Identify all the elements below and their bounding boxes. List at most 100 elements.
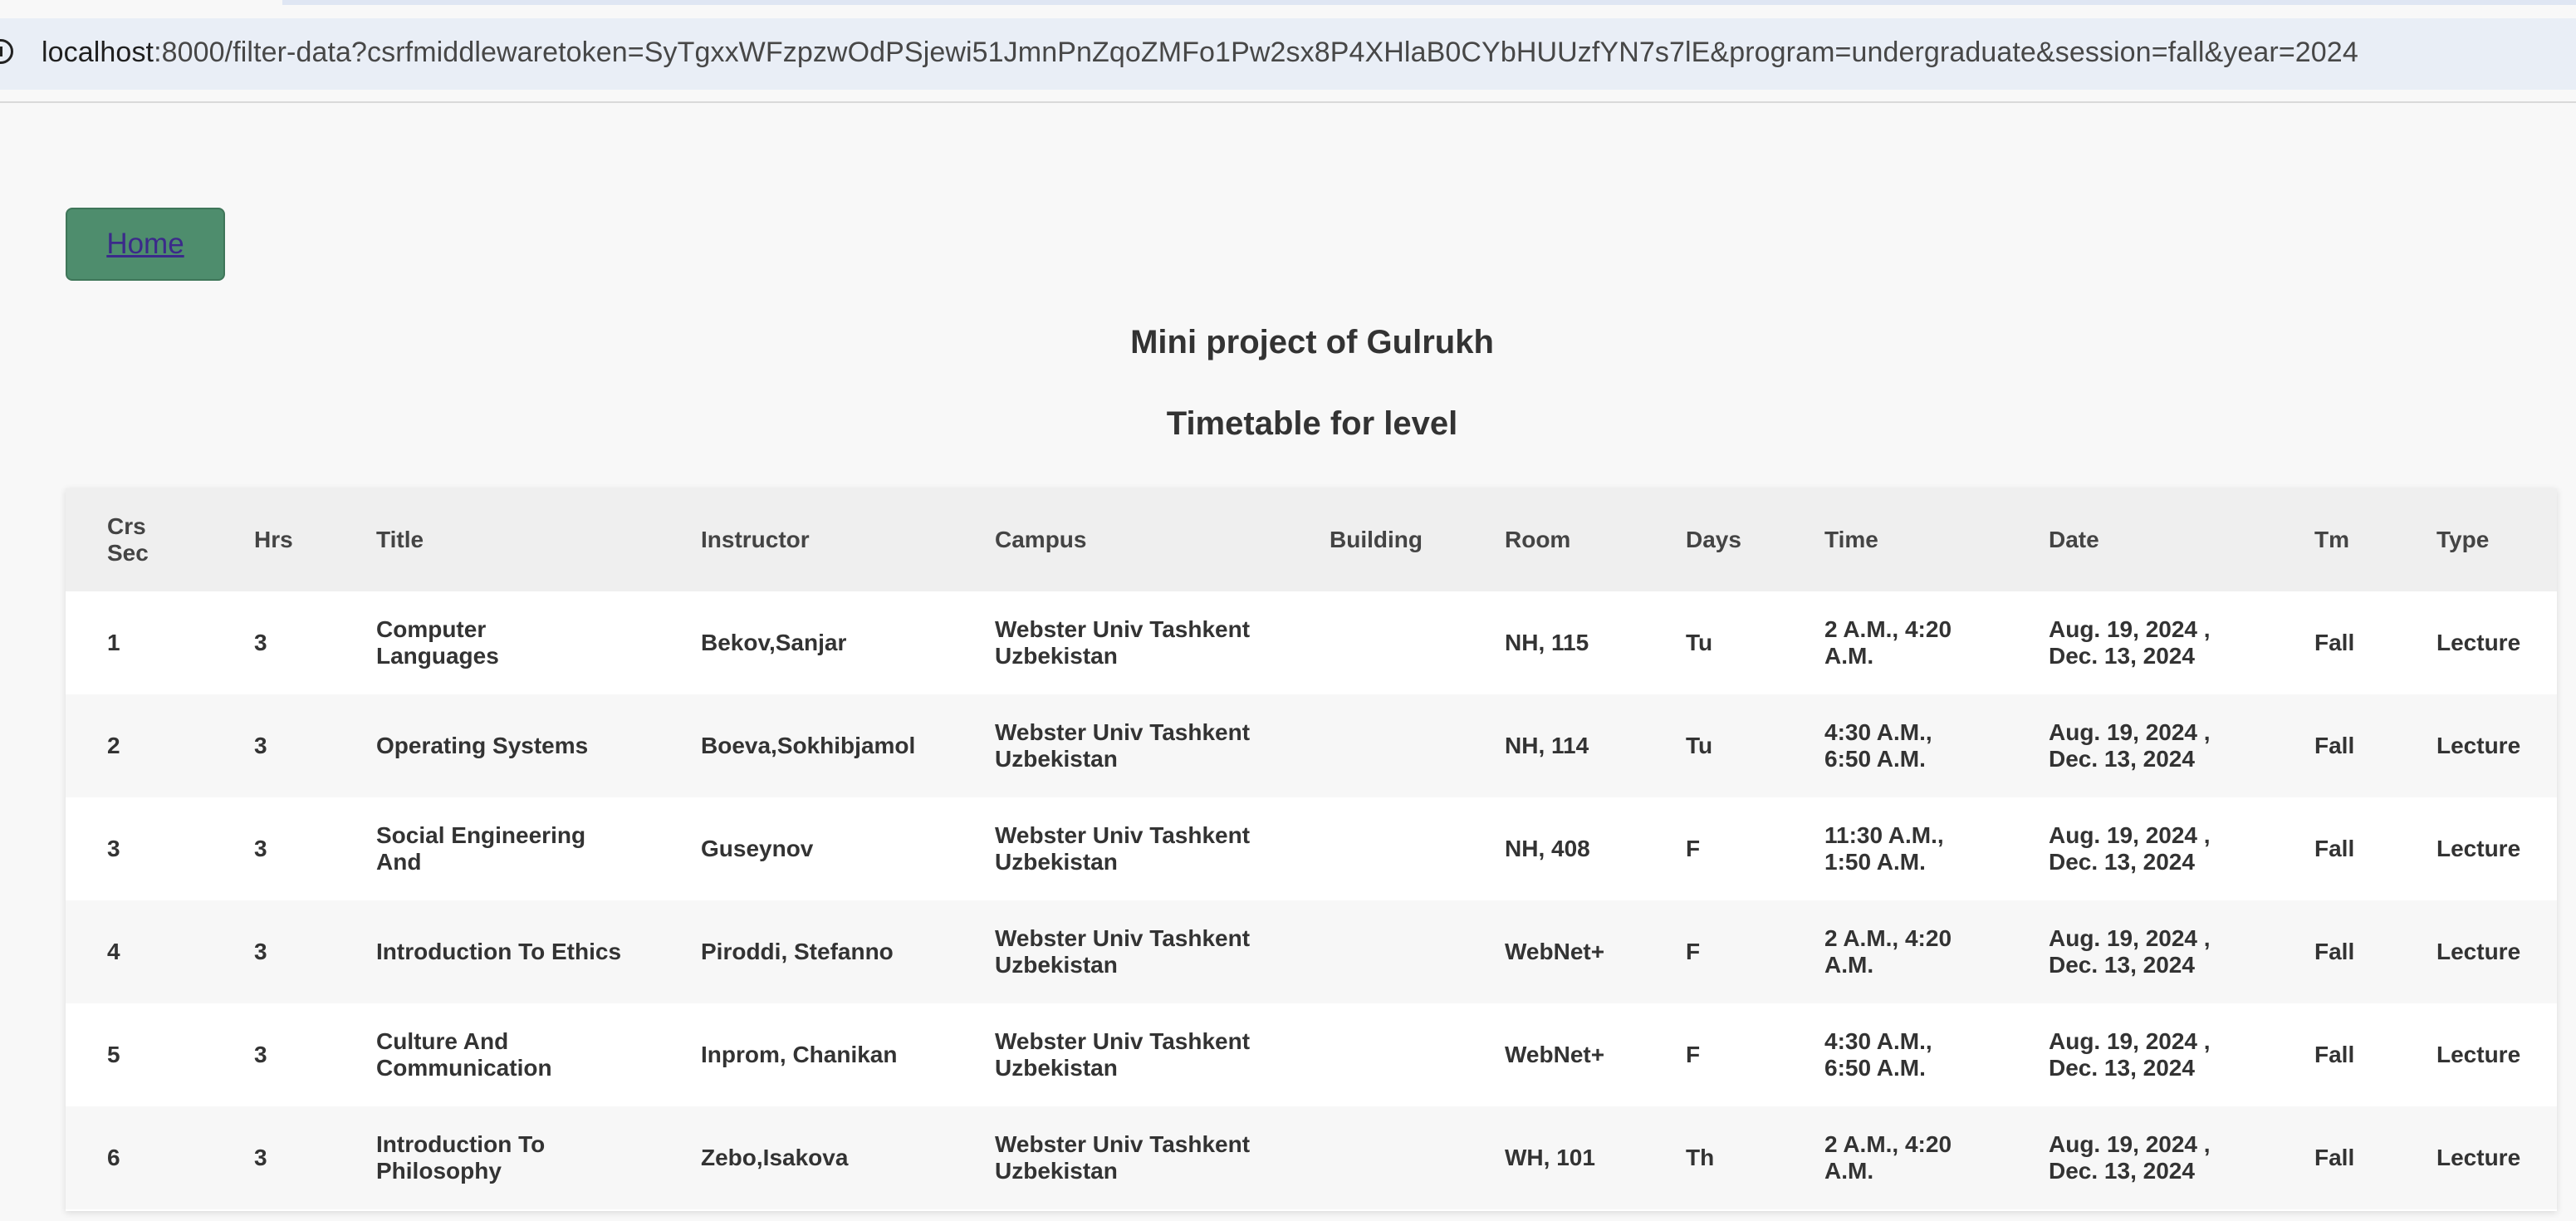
cell-days: Tu [1686, 733, 1713, 758]
cell-hrs: 3 [254, 630, 267, 655]
page-title: Mini project of Gulrukh [1130, 324, 1494, 360]
cell-room: NH, 115 [1505, 630, 1589, 655]
cell-type: Lecture [2436, 1145, 2521, 1170]
cell-time: 4:30 A.M., 6:50 A.M. [1824, 719, 1932, 772]
cell-building [1288, 900, 1463, 1003]
cell-title: Introduction To Ethics [376, 939, 622, 964]
cell-time: 2 A.M., 4:20 A.M. [1824, 616, 1952, 669]
timetable-table: Crs Sec Hrs Title Instructor Campus Buil… [66, 488, 2557, 1211]
cell-instructor: Inprom, Chanikan [701, 1042, 898, 1067]
cell-type: Lecture [2436, 630, 2521, 655]
cell-days: F [1686, 1042, 1701, 1067]
table-row: 5 3 Culture And Communication Inprom, Ch… [66, 1003, 2557, 1106]
cell-title: Social Engineering And [376, 822, 586, 875]
cell-room: NH, 114 [1505, 733, 1589, 758]
cell-campus: Webster Univ Tashkent Uzbekistan [995, 616, 1251, 669]
cell-hrs: 3 [254, 1145, 267, 1170]
table-header-row: Crs Sec Hrs Title Instructor Campus Buil… [66, 488, 2557, 591]
cell-hrs: 3 [254, 1042, 267, 1067]
cell-time: 2 A.M., 4:20 A.M. [1824, 925, 1952, 978]
cell-time: 4:30 A.M., 6:50 A.M. [1824, 1028, 1932, 1081]
cell-type: Lecture [2436, 939, 2521, 964]
column-header-title: Title [376, 527, 424, 552]
column-header-building: Building [1330, 527, 1423, 552]
home-link[interactable]: Home [106, 228, 184, 261]
cell-campus: Webster Univ Tashkent Uzbekistan [995, 925, 1251, 978]
table-row: 3 3 Social Engineering And Guseynov Webs… [66, 797, 2557, 900]
cell-days: Tu [1686, 630, 1713, 655]
cell-hrs: 3 [254, 836, 267, 861]
cell-room: WH, 101 [1505, 1145, 1595, 1170]
cell-days: F [1686, 939, 1701, 964]
column-header-campus: Campus [995, 527, 1087, 552]
cell-building [1288, 591, 1463, 694]
cell-building [1288, 1003, 1463, 1106]
address-bar[interactable]: localhost:8000/filter-data?csrfmiddlewar… [0, 18, 2576, 90]
cell-crs-sec: 2 [107, 733, 120, 758]
cell-title: Culture And Communication [376, 1028, 552, 1081]
cell-instructor: Zebo,Isakova [701, 1145, 849, 1170]
cell-tm: Fall [2314, 939, 2355, 964]
cell-campus: Webster Univ Tashkent Uzbekistan [995, 1028, 1251, 1081]
table-row: 6 3 Introduction To Philosophy Zebo,Isak… [66, 1106, 2557, 1209]
cell-hrs: 3 [254, 939, 267, 964]
tab-strip [282, 0, 2576, 5]
cell-date: Aug. 19, 2024 , Dec. 13, 2024 [2049, 1131, 2211, 1184]
cell-room: NH, 408 [1505, 836, 1590, 861]
column-header-date: Date [2049, 527, 2099, 552]
cell-date: Aug. 19, 2024 , Dec. 13, 2024 [2049, 822, 2211, 875]
cell-crs-sec: 6 [107, 1145, 120, 1170]
cell-campus: Webster Univ Tashkent Uzbekistan [995, 719, 1251, 772]
cell-date: Aug. 19, 2024 , Dec. 13, 2024 [2049, 1028, 2211, 1081]
cell-crs-sec: 5 [107, 1042, 120, 1067]
cell-hrs: 3 [254, 733, 267, 758]
cell-building [1288, 1106, 1463, 1209]
cell-building [1288, 694, 1463, 797]
cell-instructor: Piroddi, Stefanno [701, 939, 894, 964]
cell-crs-sec: 1 [107, 630, 120, 655]
cell-time: 11:30 A.M., 1:50 A.M. [1824, 822, 1944, 875]
page-subtitle: Timetable for level [1166, 405, 1458, 442]
column-header-tm: Tm [2314, 527, 2349, 552]
browser-chrome: localhost:8000/filter-data?csrfmiddlewar… [0, 0, 2576, 103]
cell-building [1288, 797, 1463, 900]
cell-time: 2 A.M., 4:20 A.M. [1824, 1131, 1952, 1184]
column-header-type: Type [2436, 527, 2490, 552]
cell-date: Aug. 19, 2024 , Dec. 13, 2024 [2049, 925, 2211, 978]
url-text[interactable]: localhost:8000/filter-data?csrfmiddlewar… [42, 37, 2358, 69]
cell-tm: Fall [2314, 733, 2355, 758]
table-row: 4 3 Introduction To Ethics Piroddi, Stef… [66, 900, 2557, 1003]
table-row: 1 3 Computer Languages Bekov,Sanjar Webs… [66, 591, 2557, 694]
cell-crs-sec: 3 [107, 836, 120, 861]
column-header-instructor: Instructor [701, 527, 810, 552]
cell-title: Introduction To Philosophy [376, 1131, 546, 1184]
cell-instructor: Bekov,Sanjar [701, 630, 847, 655]
cell-tm: Fall [2314, 1145, 2355, 1170]
cell-days: Th [1686, 1145, 1715, 1170]
url-host: localhost [42, 37, 154, 68]
info-circle-icon[interactable] [0, 39, 13, 64]
cell-crs-sec: 4 [107, 939, 120, 964]
cell-tm: Fall [2314, 836, 2355, 861]
table-row: 2 3 Operating Systems Boeva,Sokhibjamol … [66, 694, 2557, 797]
cell-room: WebNet+ [1505, 1042, 1605, 1067]
home-button[interactable]: Home [66, 208, 225, 281]
column-header-time: Time [1824, 527, 1878, 552]
cell-tm: Fall [2314, 1042, 2355, 1067]
cell-title: Computer Languages [376, 616, 499, 669]
cell-days: F [1686, 836, 1701, 861]
cell-date: Aug. 19, 2024 , Dec. 13, 2024 [2049, 719, 2211, 772]
column-header-days: Days [1686, 527, 1741, 552]
column-header-room: Room [1505, 527, 1571, 552]
url-path: :8000/filter-data?csrfmiddlewaretoken=Sy… [154, 37, 2358, 68]
cell-campus: Webster Univ Tashkent Uzbekistan [995, 1131, 1251, 1184]
column-header-crs-sec: Crs Sec [107, 513, 149, 566]
cell-instructor: Boeva,Sokhibjamol [701, 733, 916, 758]
column-header-hrs: Hrs [254, 527, 293, 552]
cell-instructor: Guseynov [701, 836, 814, 861]
cell-campus: Webster Univ Tashkent Uzbekistan [995, 822, 1251, 875]
cell-type: Lecture [2436, 1042, 2521, 1067]
divider [0, 101, 2576, 103]
cell-tm: Fall [2314, 630, 2355, 655]
cell-date: Aug. 19, 2024 , Dec. 13, 2024 [2049, 616, 2211, 669]
